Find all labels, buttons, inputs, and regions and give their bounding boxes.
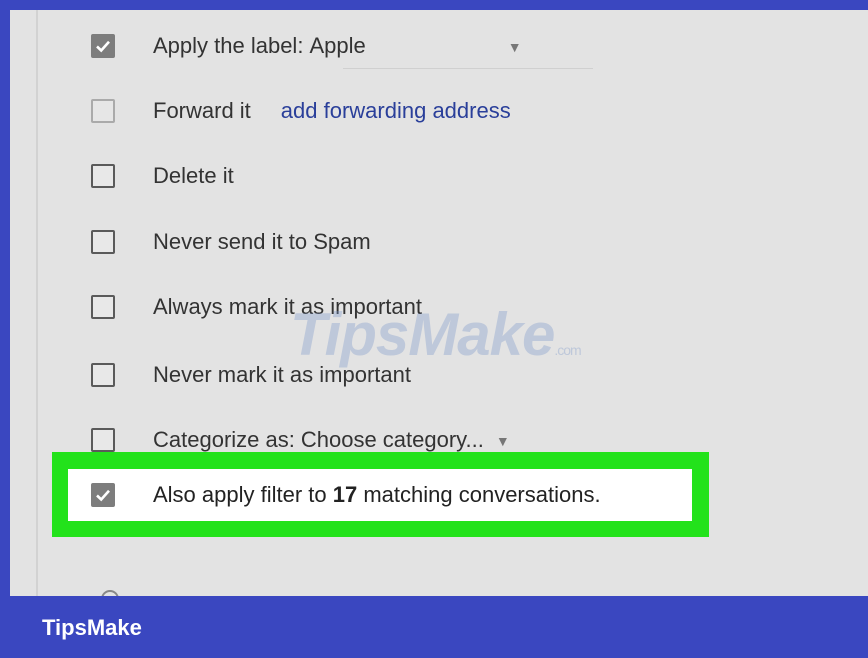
- always-important-label: Always mark it as important: [153, 294, 422, 319]
- apply-label-checkbox[interactable]: [91, 34, 115, 58]
- checkmark-icon: [96, 40, 110, 53]
- delete-checkbox[interactable]: [91, 164, 115, 188]
- dropdown-caret-icon[interactable]: ▼: [496, 433, 510, 449]
- forward-text: Forward it add forwarding address: [153, 98, 511, 123]
- never-important-checkbox[interactable]: [91, 363, 115, 387]
- row-always-important: Always mark it as important: [10, 287, 868, 327]
- never-spam-label: Never send it to Spam: [153, 229, 371, 254]
- label-select-underline: [343, 68, 593, 69]
- matching-count: 17: [332, 482, 358, 507]
- never-spam-checkbox[interactable]: [91, 230, 115, 254]
- categorize-checkbox[interactable]: [91, 428, 115, 452]
- delete-label: Delete it: [153, 163, 234, 188]
- row-delete: Delete it: [10, 156, 868, 196]
- category-select[interactable]: Choose category...: [301, 427, 484, 452]
- apply-existing-checkbox[interactable]: [91, 483, 115, 507]
- categorize-text: Categorize as: Choose category... ▼: [153, 427, 510, 452]
- never-important-label: Never mark it as important: [153, 362, 411, 387]
- dropdown-caret-icon[interactable]: ▼: [508, 39, 522, 55]
- always-important-checkbox[interactable]: [91, 295, 115, 319]
- brand-logo: TipsMake: [42, 615, 142, 640]
- forward-checkbox[interactable]: [91, 99, 115, 123]
- apply-existing-text: Also apply filter to 17 matching convers…: [153, 482, 601, 507]
- row-apply-existing: Also apply filter to 17 matching convers…: [10, 475, 868, 515]
- row-forward: Forward it add forwarding address: [10, 91, 868, 131]
- apply-label-text: Apply the label: Apple ▼: [153, 33, 522, 58]
- row-apply-label: Apply the label: Apple ▼: [10, 26, 868, 66]
- add-forwarding-address-link[interactable]: add forwarding address: [281, 98, 511, 123]
- label-select[interactable]: Apple: [309, 33, 365, 58]
- row-never-important: Never mark it as important: [10, 355, 868, 395]
- row-never-spam: Never send it to Spam: [10, 222, 868, 262]
- checkmark-icon: [96, 489, 110, 502]
